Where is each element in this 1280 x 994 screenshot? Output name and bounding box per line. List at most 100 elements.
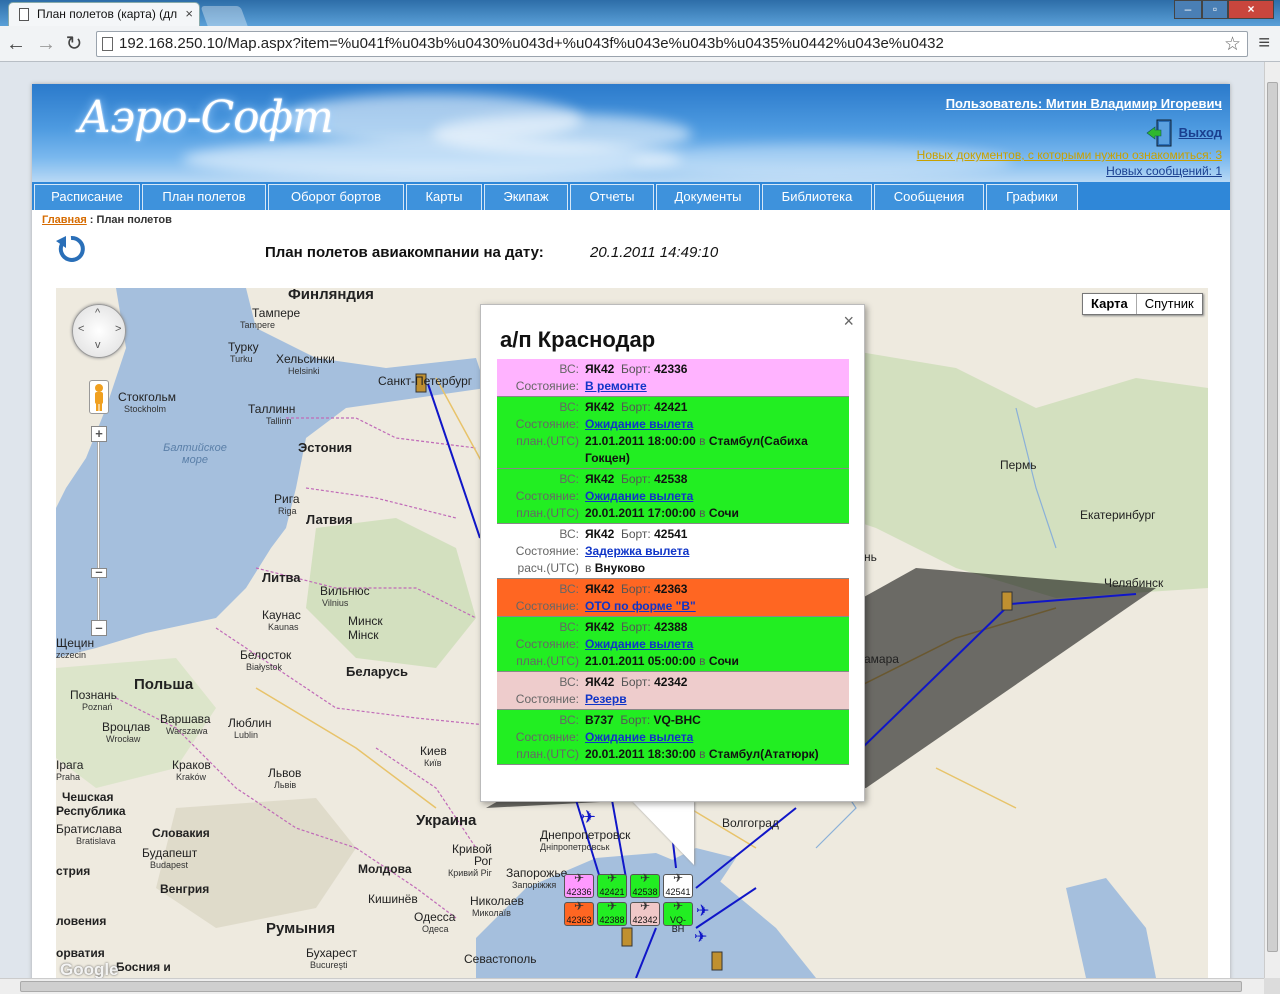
aircraft-marker[interactable]: 42342 [630, 902, 660, 926]
flight-map[interactable]: ✈ ✈ ✈ Финляндия Тампере Tampere Турку Tu… [56, 288, 1208, 978]
map-label: Миколаїв [472, 908, 511, 918]
map-label: Украина [416, 812, 477, 829]
tab-close-icon[interactable]: × [185, 6, 193, 21]
nav-tab-reports[interactable]: Отчеты [570, 184, 654, 210]
zoom-out-button[interactable]: – [91, 620, 107, 636]
back-icon[interactable]: ← [4, 32, 28, 56]
map-label: Молдова [358, 862, 412, 876]
nav-tab-library[interactable]: Библиотека [762, 184, 872, 210]
aircraft-state-link[interactable]: Ожидание вылета [585, 730, 693, 744]
close-window-button[interactable]: × [1228, 0, 1274, 19]
map-label: Люблин [228, 716, 272, 730]
address-bar[interactable]: 192.168.250.10/Map.aspx?item=%u041f%u043… [96, 31, 1248, 57]
aircraft-state-link[interactable]: Ожидание вылета [585, 417, 693, 431]
browser-tab-bar: План полетов (карта) (дл × – ▫ × [0, 0, 1280, 26]
aircraft-row: ВС: ЯК42 Борт: 42421 Состояние: Ожидание вы… [497, 397, 849, 469]
map-type-switch: Карта Спутник [1082, 293, 1203, 315]
map-label: Днiпропетровськ [540, 842, 610, 852]
zoom-slider-handle[interactable]: – [91, 565, 107, 578]
destination: Сочи [708, 506, 739, 520]
aircraft-state-link[interactable]: Ожидание вылета [585, 637, 693, 651]
departure-time: 21.01.2011 05:00:00 [585, 654, 696, 668]
map-label: Helsinki [288, 366, 320, 376]
nav-tab-schedule[interactable]: Расписание [34, 184, 140, 210]
bort-number: 42336 [654, 362, 688, 376]
aircraft-row: ВС: ЯК42 Борт: 42363 Состояние: ОТО по форм… [497, 579, 849, 617]
bort-number: 42421 [654, 400, 688, 414]
aircraft-type: ЯК42 [585, 400, 615, 414]
map-label: Bucureşti [310, 960, 348, 970]
nav-tab-charts[interactable]: Графики [986, 184, 1078, 210]
nav-tab-messages[interactable]: Сообщения [874, 184, 984, 210]
map-label: Кишинёв [368, 892, 418, 906]
map-label: Николаев [470, 894, 524, 908]
minimize-button[interactable]: – [1174, 0, 1202, 19]
zoom-in-button[interactable]: + [91, 426, 107, 442]
new-documents-link[interactable]: Новых документов, с которыми нужно ознак… [917, 148, 1222, 162]
exit-door-icon [1146, 119, 1172, 147]
map-label: Рог [474, 854, 493, 868]
pan-right-icon[interactable]: > [115, 323, 121, 335]
aircraft-marker[interactable]: 42336 [564, 874, 594, 898]
map-label: Budapest [150, 860, 189, 870]
zoom-slider[interactable]: + – – [91, 426, 107, 644]
state-label: Состояние: [515, 489, 579, 503]
maximize-button[interactable]: ▫ [1202, 0, 1228, 19]
close-icon[interactable]: × [843, 311, 854, 332]
to-label: в [699, 654, 706, 668]
map-label: ловения [56, 914, 107, 928]
aircraft-marker[interactable]: 42538 [630, 874, 660, 898]
new-tab-button[interactable] [200, 6, 248, 26]
user-profile-link[interactable]: Пользователь: Митин Владимир Игоревич [946, 96, 1222, 111]
map-label: Челябинск [1104, 576, 1164, 590]
aircraft-marker[interactable]: 42388 [597, 902, 627, 926]
bookmark-star-icon[interactable]: ☆ [1224, 33, 1241, 56]
map-label: Тампере [252, 306, 301, 320]
menu-icon[interactable]: ≡ [1258, 32, 1270, 55]
pan-left-icon[interactable]: < [78, 323, 84, 335]
reload-icon[interactable]: ↻ [62, 32, 86, 56]
site-container: Аэро-Софт Пользователь: Митин Владимир И… [32, 84, 1230, 978]
map-type-map-button[interactable]: Карта [1083, 294, 1137, 314]
pan-up-icon[interactable]: ^ [95, 307, 100, 319]
nav-tab-crew[interactable]: Экипаж [484, 184, 568, 210]
google-logo: Google [60, 960, 119, 978]
state-label: Состояние: [515, 417, 579, 431]
aircraft-marker[interactable]: 42421 [597, 874, 627, 898]
breadcrumb-home-link[interactable]: Главная [42, 214, 87, 226]
url-text: 192.168.250.10/Map.aspx?item=%u041f%u043… [119, 35, 944, 52]
map-label: Хельсинки [276, 352, 335, 366]
aircraft-state-link[interactable]: Резерв [585, 692, 627, 706]
nav-tab-flight-plan[interactable]: План полетов [142, 184, 266, 210]
svg-text:✈: ✈ [694, 929, 707, 946]
departure-time: 20.01.2011 17:00:00 [585, 506, 696, 520]
svg-text:✈: ✈ [696, 903, 709, 920]
aircraft-state-link[interactable]: ОТО по форме "В" [585, 599, 696, 613]
browser-tab[interactable]: План полетов (карта) (дл × [8, 2, 200, 26]
street-view-pegman-icon[interactable] [89, 380, 109, 414]
new-messages-link[interactable]: Новых сообщений: 1 [1106, 164, 1222, 178]
pan-control[interactable]: ^ < > v [72, 304, 126, 358]
time-label: план.(UTC) [516, 654, 579, 668]
aircraft-state-link[interactable]: Ожидание вылета [585, 489, 693, 503]
vertical-scrollbar[interactable] [1264, 62, 1280, 978]
map-label: Вильнюс [320, 584, 370, 598]
aircraft-marker[interactable]: VQ-BH [663, 902, 693, 934]
refresh-icon[interactable] [54, 232, 88, 266]
logout-link[interactable]: Выход [1145, 118, 1222, 148]
bort-label: Борт: [620, 527, 651, 541]
vs-label: ВС: [559, 400, 579, 414]
map-label: Lublin [234, 730, 259, 740]
forward-icon[interactable]: → [34, 32, 58, 56]
map-type-satellite-button[interactable]: Спутник [1137, 294, 1202, 314]
aircraft-marker[interactable]: 42363 [564, 902, 594, 926]
nav-tab-aircraft-turnaround[interactable]: Оборот бортов [268, 184, 404, 210]
aircraft-state-link[interactable]: В ремонте [585, 379, 647, 393]
horizontal-scrollbar[interactable] [0, 978, 1264, 994]
nav-tab-documents[interactable]: Документы [656, 184, 760, 210]
aircraft-state-link[interactable]: Задержка вылета [585, 544, 689, 558]
pan-down-icon[interactable]: v [95, 339, 101, 351]
nav-tab-maps[interactable]: Карты [406, 184, 482, 210]
aircraft-marker[interactable]: 42541 [663, 874, 693, 898]
aircraft-row: ВС: ЯК42 Борт: 42541 Состояние: Задержка вы… [497, 524, 849, 579]
